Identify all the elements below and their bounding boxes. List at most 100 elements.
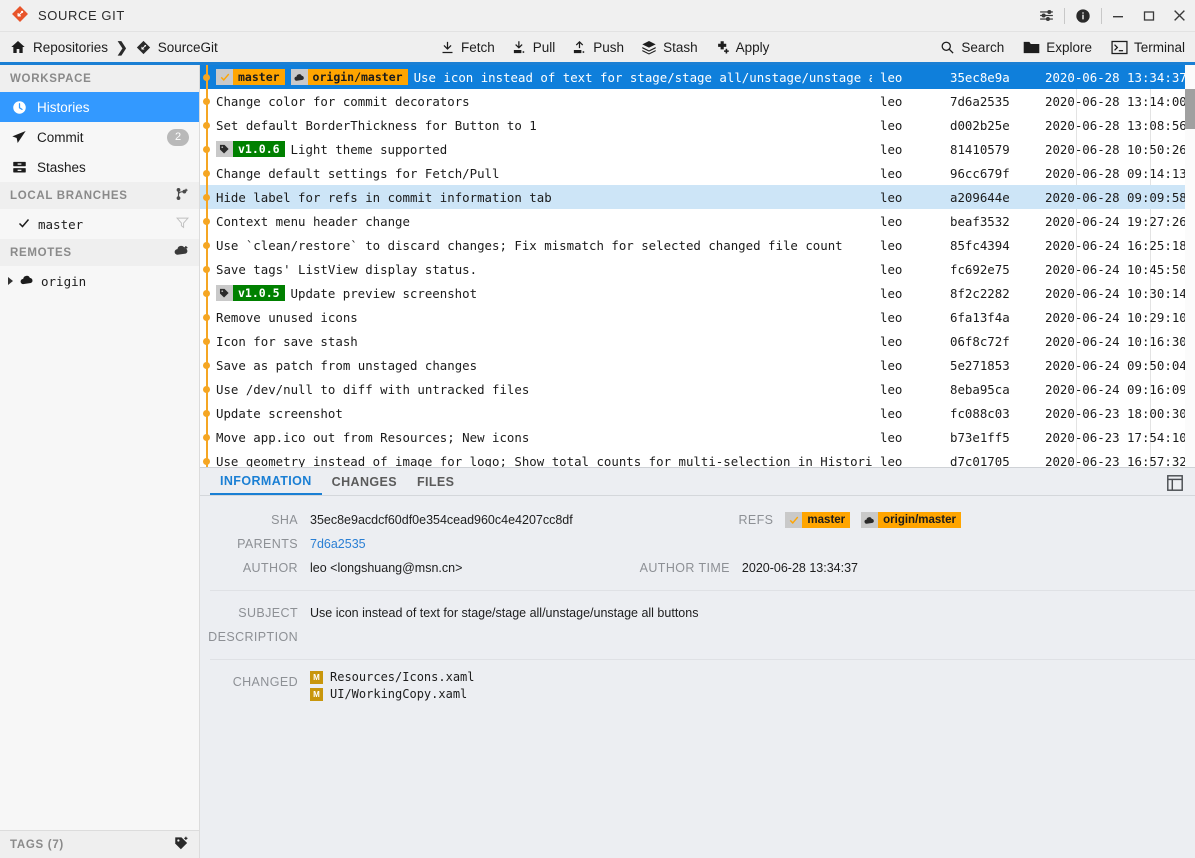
- tab-files[interactable]: FILES: [407, 468, 464, 495]
- commit-count-badge: 2: [167, 129, 189, 146]
- home-icon[interactable]: [10, 39, 26, 55]
- commit-graph-cell: [200, 257, 216, 281]
- commit-row[interactable]: Set default BorderThickness for Button t…: [200, 113, 1195, 137]
- sidebar-item-histories-label: Histories: [37, 100, 189, 115]
- commit-time: 2020-06-24 10:30:14: [1045, 286, 1195, 301]
- ref-badge-origin-master[interactable]: origin/master: [861, 512, 961, 528]
- commit-branch-badge[interactable]: origin/master: [291, 69, 408, 85]
- commit-time: 2020-06-24 19:27:26: [1045, 214, 1195, 229]
- explore-button[interactable]: Explore: [1023, 40, 1092, 55]
- commit-list-scrollbar[interactable]: [1185, 65, 1195, 467]
- sidebar-item-commit[interactable]: Commit 2: [0, 122, 199, 152]
- commit-row[interactable]: Use geometry instead of image for logo; …: [200, 449, 1195, 467]
- commit-row[interactable]: masterorigin/masterUse icon instead of t…: [200, 65, 1195, 89]
- commit-tag-badge[interactable]: v1.0.5: [216, 285, 285, 301]
- layout-toggle-icon[interactable]: [1164, 472, 1186, 494]
- remotes-title: REMOTES: [10, 247, 72, 259]
- sidebar-remote-origin[interactable]: origin: [0, 266, 199, 296]
- about-info-icon[interactable]: [1065, 0, 1101, 32]
- commit-subject-cell: Hide label for refs in commit informatio…: [216, 190, 880, 205]
- commit-author: leo: [880, 334, 950, 349]
- commit-tag-badge[interactable]: v1.0.6: [216, 141, 285, 157]
- preferences-icon[interactable]: [1028, 0, 1064, 32]
- commit-sha: 81410579: [950, 142, 1045, 157]
- detail-changed-grid: CHANGED MResources/Icons.xamlMUI/Working…: [200, 670, 1195, 701]
- tab-changes[interactable]: CHANGES: [322, 468, 407, 495]
- ref-badge-master[interactable]: master: [785, 512, 850, 528]
- commit-row[interactable]: v1.0.5Update preview screenshotleo8f2c22…: [200, 281, 1195, 305]
- sourcegit-logo-icon: [11, 5, 29, 26]
- sidebar-section-tags[interactable]: TAGS (7): [0, 830, 199, 858]
- changed-file-item[interactable]: MUI/WorkingCopy.xaml: [310, 687, 1195, 701]
- fetch-button[interactable]: Fetch: [440, 40, 495, 55]
- commit-row[interactable]: Icon for save stashleo06f8c72f2020-06-24…: [200, 329, 1195, 353]
- commit-row[interactable]: Use `clean/restore` to discard changes; …: [200, 233, 1195, 257]
- tab-information[interactable]: INFORMATION: [210, 468, 322, 495]
- expand-triangle-icon[interactable]: [8, 277, 13, 285]
- add-tag-icon[interactable]: [174, 836, 189, 853]
- graph-node: [203, 194, 210, 201]
- commit-subject-cell: Update screenshot: [216, 406, 880, 421]
- push-button[interactable]: Push: [572, 40, 624, 55]
- search-button[interactable]: Search: [940, 40, 1004, 55]
- commit-row[interactable]: Change color for commit decoratorsleo7d6…: [200, 89, 1195, 113]
- file-status-badge: M: [310, 671, 323, 684]
- commit-author: leo: [880, 358, 950, 373]
- clock-icon: [10, 100, 28, 115]
- commit-subject-text: Change color for commit decorators: [216, 94, 470, 109]
- commit-time: 2020-06-24 10:16:30: [1045, 334, 1195, 349]
- value-parents[interactable]: 7d6a2535: [310, 532, 1195, 556]
- minimize-button[interactable]: [1102, 0, 1133, 32]
- changed-file-list: MResources/Icons.xaml MUI/WorkingCopy.xam…: [310, 670, 1195, 701]
- commit-subject-text: Light theme supported: [291, 142, 448, 157]
- new-branch-icon[interactable]: [175, 187, 189, 204]
- commit-branch-badge[interactable]: master: [216, 69, 285, 85]
- commit-row[interactable]: Remove unused iconsleo6fa13f4a2020-06-24…: [200, 305, 1195, 329]
- commit-row[interactable]: Move app.ico out from Resources; New ico…: [200, 425, 1195, 449]
- sidebar-branch-master-label: master: [38, 217, 168, 232]
- commit-list-scroll-thumb[interactable]: [1185, 89, 1195, 129]
- commit-row[interactable]: Save as patch from unstaged changesleo5e…: [200, 353, 1195, 377]
- sidebar-item-histories[interactable]: Histories: [0, 92, 199, 122]
- terminal-button[interactable]: Terminal: [1111, 40, 1185, 55]
- commit-row[interactable]: Hide label for refs in commit informatio…: [200, 185, 1195, 209]
- commit-list[interactable]: masterorigin/masterUse icon instead of t…: [200, 65, 1195, 467]
- graph-node: [203, 362, 210, 369]
- stash-label: Stash: [663, 40, 698, 55]
- sidebar-section-local-branches: LOCAL BRANCHES: [0, 182, 199, 209]
- graph-node: [203, 266, 210, 273]
- decorator-label: master: [233, 69, 285, 85]
- filter-icon[interactable]: [176, 216, 189, 232]
- stash-button[interactable]: Stash: [641, 39, 698, 55]
- sidebar-item-stashes[interactable]: Stashes: [0, 152, 199, 182]
- maximize-button[interactable]: [1133, 0, 1164, 32]
- pull-button[interactable]: Pull: [512, 40, 556, 55]
- ref-badge-master-label: master: [802, 512, 850, 528]
- commit-row[interactable]: Context menu header changeleobeaf3532202…: [200, 209, 1195, 233]
- commit-row[interactable]: Change default settings for Fetch/Pullle…: [200, 161, 1195, 185]
- commit-sha: a209644e: [950, 190, 1045, 205]
- commit-author: leo: [880, 430, 950, 445]
- changed-file-item[interactable]: MResources/Icons.xaml: [310, 670, 1195, 684]
- detail-tabs: INFORMATION CHANGES FILES: [200, 468, 1195, 496]
- commit-row[interactable]: v1.0.6Light theme supportedleo8141057920…: [200, 137, 1195, 161]
- sidebar-remote-origin-label: origin: [41, 274, 189, 289]
- commit-subject-text: Use geometry instead of image for logo; …: [216, 454, 872, 468]
- commit-row[interactable]: Update screenshotleofc088c032020-06-23 1…: [200, 401, 1195, 425]
- commit-graph-cell: [200, 449, 216, 467]
- sidebar-branch-master[interactable]: master: [0, 209, 199, 239]
- close-button[interactable]: [1164, 0, 1195, 32]
- commit-subject-cell: Change color for commit decorators: [216, 94, 880, 109]
- commit-sha: 8eba95ca: [950, 382, 1045, 397]
- breadcrumb-repo-name[interactable]: SourceGit: [158, 40, 218, 55]
- commit-row[interactable]: Use /dev/null to diff with untracked fil…: [200, 377, 1195, 401]
- fetch-label: Fetch: [461, 40, 495, 55]
- add-remote-icon[interactable]: [174, 244, 189, 261]
- commit-row[interactable]: Save tags' ListView display status.leofc…: [200, 257, 1195, 281]
- workspace-title: WORKSPACE: [10, 73, 91, 85]
- value-sha-row: 35ec8e9acdcf60df0e354cead960c4e4207cc8df…: [310, 508, 1195, 532]
- commit-graph-cell: [200, 113, 216, 137]
- commit-subject-cell: masterorigin/masterUse icon instead of t…: [216, 69, 880, 85]
- breadcrumb-repositories[interactable]: Repositories: [33, 40, 108, 55]
- apply-button[interactable]: Apply: [715, 40, 770, 55]
